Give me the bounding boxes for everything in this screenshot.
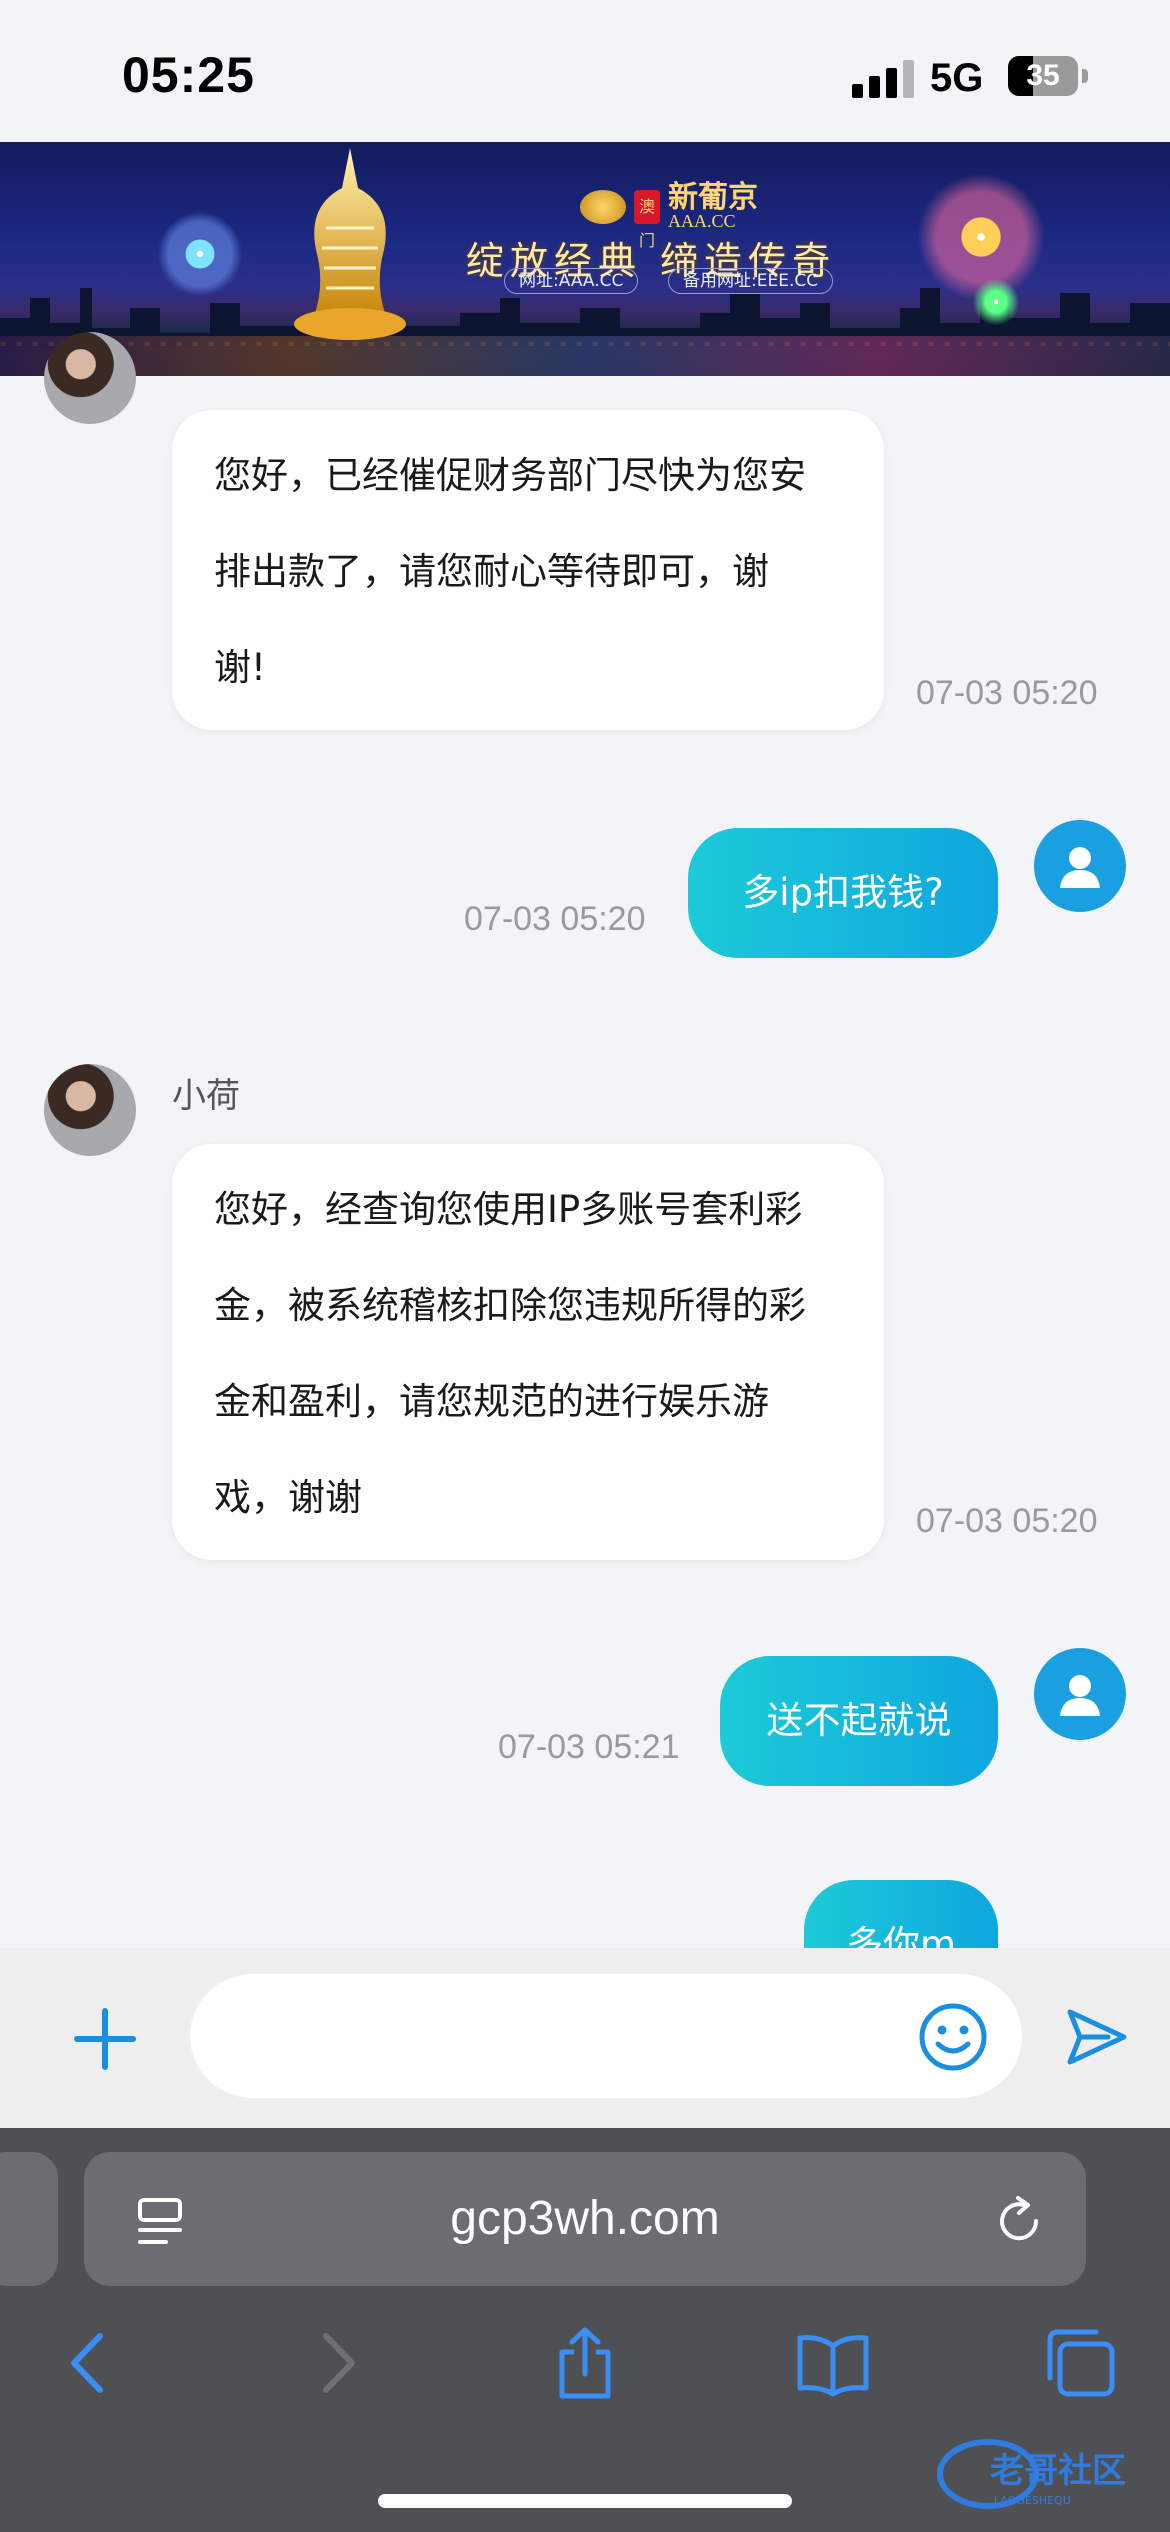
back-icon[interactable] [52, 2326, 126, 2400]
message-line: 金和盈利，请您规范的进行娱乐游 [214, 1380, 769, 1423]
promo-banner[interactable]: 澳门 新葡京 AAA.CC 绽放经典 缔造传奇 网址:AAA.CC 备用网址:E… [0, 142, 1170, 376]
user-message-bubble: 多ip扣我钱? [688, 828, 998, 958]
user-avatar[interactable] [1034, 1648, 1126, 1740]
brand-name: 新葡京 [668, 180, 758, 215]
message-line: 戏，谢谢 [214, 1476, 362, 1519]
tower-illustration [294, 148, 406, 340]
tabs-icon[interactable] [1044, 2326, 1118, 2400]
message-line: 谢! [214, 646, 266, 689]
watermark-logo: 老哥社区 LAOGESHEQU [937, 2439, 1126, 2509]
battery-tip [1082, 69, 1088, 83]
user-message-bubble: 多你m [804, 1880, 998, 1948]
bookmarks-icon[interactable] [796, 2326, 870, 2400]
banner-url-backup: 备用网址:EEE.CC [668, 268, 834, 294]
signal-icon [852, 60, 914, 98]
status-time: 05:25 [122, 47, 255, 103]
message-line: 您好，经查询您使用IP多账号套利彩 [214, 1188, 803, 1231]
network-label: 5G [930, 56, 984, 100]
user-message-bubble: 送不起就说 [720, 1656, 998, 1786]
firework-small [966, 272, 1026, 332]
message-line: 排出款了，请您耐心等待即可，谢 [214, 550, 769, 593]
reader-icon[interactable] [136, 2196, 184, 2248]
lotus-logo-icon [580, 190, 626, 224]
previous-tab-peek[interactable] [0, 2152, 58, 2286]
message-timestamp: 07-03 05:20 [916, 1502, 1098, 1540]
watermark-text: 老哥社区 [990, 2451, 1126, 2491]
user-avatar[interactable] [1034, 820, 1126, 912]
brand-seal: 澳门 [634, 190, 660, 250]
message-line: 金，被系统稽核扣除您违规所得的彩 [214, 1284, 806, 1327]
user-silhouette-icon [1060, 847, 1100, 888]
agent-name: 小荷 [172, 1076, 240, 1116]
agent-message-bubble: 您好，经查询您使用IP多账号套利彩 金，被系统稽核扣除您违规所得的彩 金和盈利，… [172, 1144, 884, 1560]
forward-icon [323, 2333, 355, 2393]
emoji-icon[interactable] [918, 2002, 988, 2072]
brand-logo: 澳门 新葡京 AAA.CC [580, 183, 758, 250]
status-bar: 05:25 5G 35 [0, 0, 1170, 142]
address-url[interactable]: gcp3wh.com [84, 2152, 1086, 2286]
agent-avatar[interactable] [44, 332, 136, 424]
message-line: 您好，已经催促财务部门尽快为您安 [214, 454, 806, 497]
watermark-subtext: LAOGESHEQU [994, 2494, 1071, 2507]
message-input[interactable] [190, 1974, 1022, 2098]
message-timestamp: 07-03 05:21 [498, 1728, 680, 1766]
user-silhouette-icon [1060, 1675, 1100, 1716]
battery-icon: 35 [1008, 56, 1078, 96]
share-icon[interactable] [548, 2326, 622, 2400]
battery-percent: 35 [1026, 59, 1060, 92]
water-reflection [0, 336, 1170, 376]
agent-message-bubble: 您好，已经催促财务部门尽快为您安 排出款了，请您耐心等待即可，谢 谢! [172, 410, 884, 730]
plus-icon[interactable] [68, 2002, 142, 2076]
send-icon[interactable] [1064, 2006, 1128, 2068]
reload-icon[interactable] [992, 2194, 1046, 2248]
message-timestamp: 07-03 05:20 [916, 674, 1098, 712]
home-indicator[interactable] [378, 2494, 792, 2508]
chat-clip-area: 多你m [0, 1860, 1170, 1948]
firework-left [150, 204, 250, 304]
message-timestamp: 07-03 05:20 [464, 900, 646, 938]
banner-url-main: 网址:AAA.CC [504, 268, 639, 294]
agent-avatar[interactable] [44, 1064, 136, 1156]
